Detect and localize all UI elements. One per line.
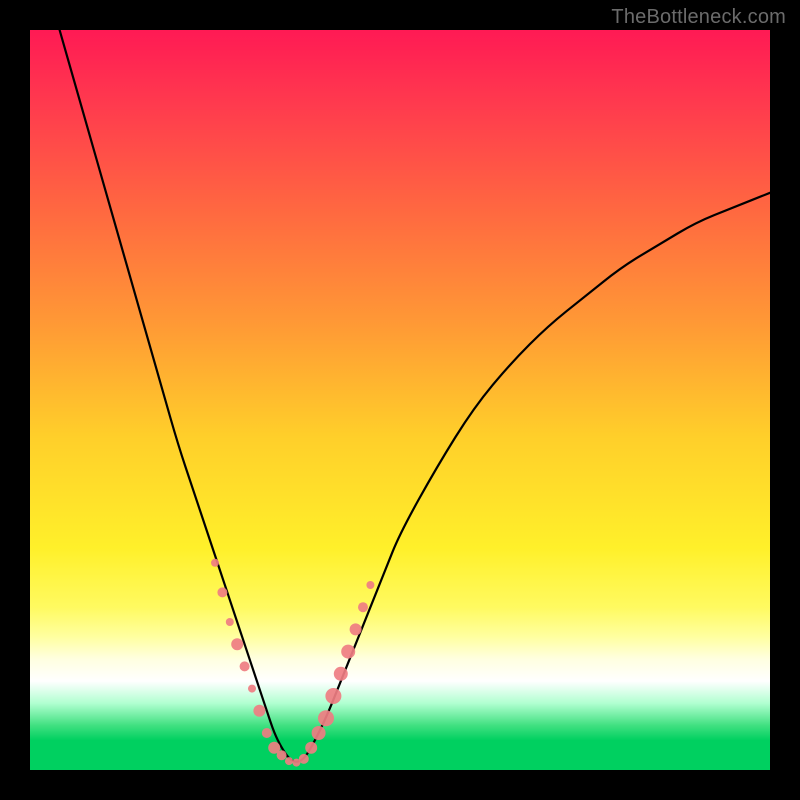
highlighted-point [305,742,317,754]
highlighted-points-group [211,559,374,767]
bottleneck-curve [60,30,770,762]
highlighted-point [358,602,368,612]
highlighted-point [334,667,348,681]
plot-area [30,30,770,770]
highlighted-point [262,728,272,738]
highlighted-point [211,559,219,567]
watermark-text: TheBottleneck.com [611,6,786,29]
highlighted-point [277,750,287,760]
highlighted-point [366,581,374,589]
chart-svg [30,30,770,770]
chart-stage: TheBottleneck.com [0,0,800,800]
highlighted-point [350,623,362,635]
highlighted-point [240,661,250,671]
highlighted-point [217,587,227,597]
highlighted-point [285,757,293,765]
highlighted-point [231,638,243,650]
highlighted-point [248,685,256,693]
highlighted-point [318,710,334,726]
highlighted-point [341,645,355,659]
highlighted-point [253,705,265,717]
highlighted-point [299,754,309,764]
highlighted-point [226,618,234,626]
highlighted-point [312,726,326,740]
highlighted-point [325,688,341,704]
